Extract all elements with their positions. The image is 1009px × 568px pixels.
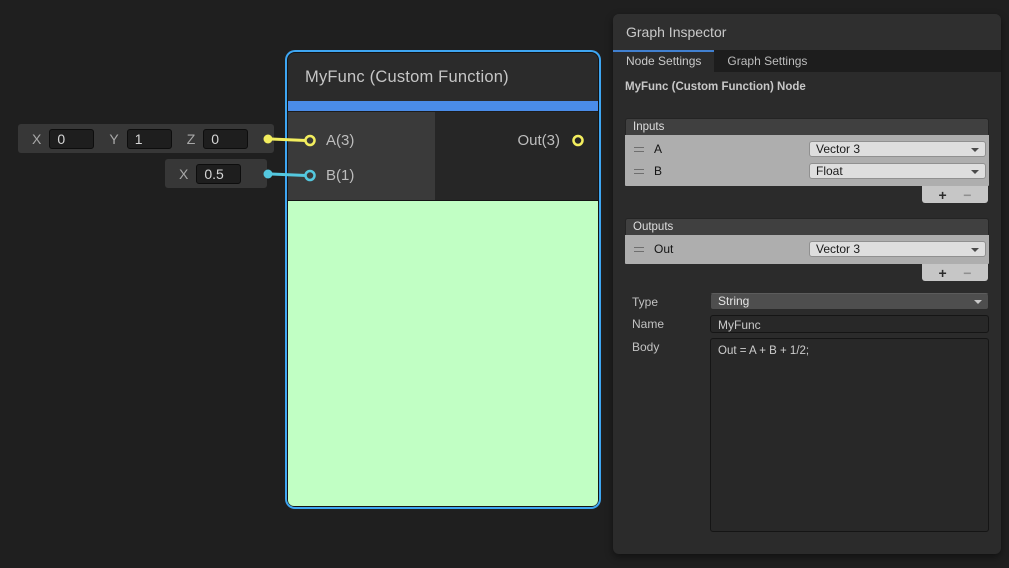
outputs-section-header: Outputs [625,218,989,235]
vector3-x-label: X [32,131,41,147]
output-out-type-value: Vector 3 [816,242,860,256]
list-row[interactable]: Out Vector 3 [625,238,989,260]
outputs-list-footer: + − [625,264,989,281]
dropdown-arrow-icon [971,148,979,152]
drag-handle-icon[interactable] [634,247,644,252]
node-title: MyFunc (Custom Function) [288,53,598,101]
name-field-row: Name MyFunc [625,315,989,333]
node-input-ports: A(3) B(1) [288,112,435,200]
inputs-section: Inputs A Vector 3 B Float [625,118,989,203]
output-out-name: Out [654,242,673,256]
name-input[interactable]: MyFunc [710,315,989,333]
outputs-list: Out Vector 3 [625,235,989,264]
body-field-row: Body Out = A + B + 1/2; [625,338,989,532]
custom-function-node[interactable]: MyFunc (Custom Function) A(3) B(1) Out(3… [288,53,598,506]
drag-handle-icon[interactable] [634,169,644,174]
port-row-out: Out(3) [517,123,560,158]
input-b-type-dropdown[interactable]: Float [809,163,986,179]
list-row[interactable]: A Vector 3 [625,138,989,160]
type-dropdown-value: String [718,294,749,308]
type-field-row: Type String [625,293,989,310]
input-b-type-value: Float [816,164,843,178]
port-out-label: Out(3) [517,132,560,149]
inspector-title[interactable]: Graph Inspector [613,14,1001,50]
float-input-widget: X 0.5 [165,159,267,188]
input-b-name: B [654,164,662,178]
node-settings-heading: MyFunc (Custom Function) Node [625,81,989,93]
type-label: Type [625,293,710,309]
inputs-footer-buttons: + − [922,186,988,203]
vector3-z-field[interactable]: 0 [203,129,248,149]
outputs-section: Outputs Out Vector 3 + − [625,218,989,281]
vector3-z-label: Z [187,131,196,147]
float-x-label: X [179,166,188,182]
dropdown-arrow-icon [971,248,979,252]
add-output-button[interactable]: + [939,266,947,280]
name-label: Name [625,315,710,331]
port-b-label: B(1) [326,167,354,184]
output-out-type-dropdown[interactable]: Vector 3 [809,241,986,257]
port-row-b: B(1) [288,158,435,193]
tab-graph-settings[interactable]: Graph Settings [714,50,820,72]
inputs-list: A Vector 3 B Float [625,135,989,186]
body-label: Body [625,338,710,354]
list-row[interactable]: B Float [625,160,989,182]
drag-handle-icon[interactable] [634,147,644,152]
input-a-type-value: Vector 3 [816,142,860,156]
remove-output-button[interactable]: − [963,266,971,280]
input-a-type-dropdown[interactable]: Vector 3 [809,141,986,157]
dropdown-arrow-icon [974,300,982,304]
port-row-a: A(3) [288,123,435,158]
vector3-y-label: Y [109,131,118,147]
node-output-ports: Out(3) [435,112,598,200]
node-ports: A(3) B(1) Out(3) [288,111,598,200]
type-dropdown[interactable]: String [710,293,989,310]
inputs-list-footer: + − [625,186,989,203]
inspector-tabs: Node Settings Graph Settings [613,50,1001,72]
inspector-content: MyFunc (Custom Function) Node Inputs A V… [613,72,1001,532]
node-preview [288,200,598,506]
node-accent-bar [288,101,598,111]
vector3-x-field[interactable]: 0 [49,129,94,149]
float-x-field[interactable]: 0.5 [196,164,241,184]
dropdown-arrow-icon [971,170,979,174]
graph-inspector-panel: Graph Inspector Node Settings Graph Sett… [613,14,1001,554]
remove-input-button[interactable]: − [963,188,971,202]
tab-node-settings[interactable]: Node Settings [613,50,714,72]
inputs-section-header: Inputs [625,118,989,135]
outputs-footer-buttons: + − [922,264,988,281]
vector3-input-widget: X 0 Y 1 Z 0 [18,124,274,153]
add-input-button[interactable]: + [939,188,947,202]
body-textarea[interactable]: Out = A + B + 1/2; [710,338,989,532]
port-a-label: A(3) [326,132,354,149]
input-a-name: A [654,142,662,156]
vector3-y-field[interactable]: 1 [127,129,172,149]
